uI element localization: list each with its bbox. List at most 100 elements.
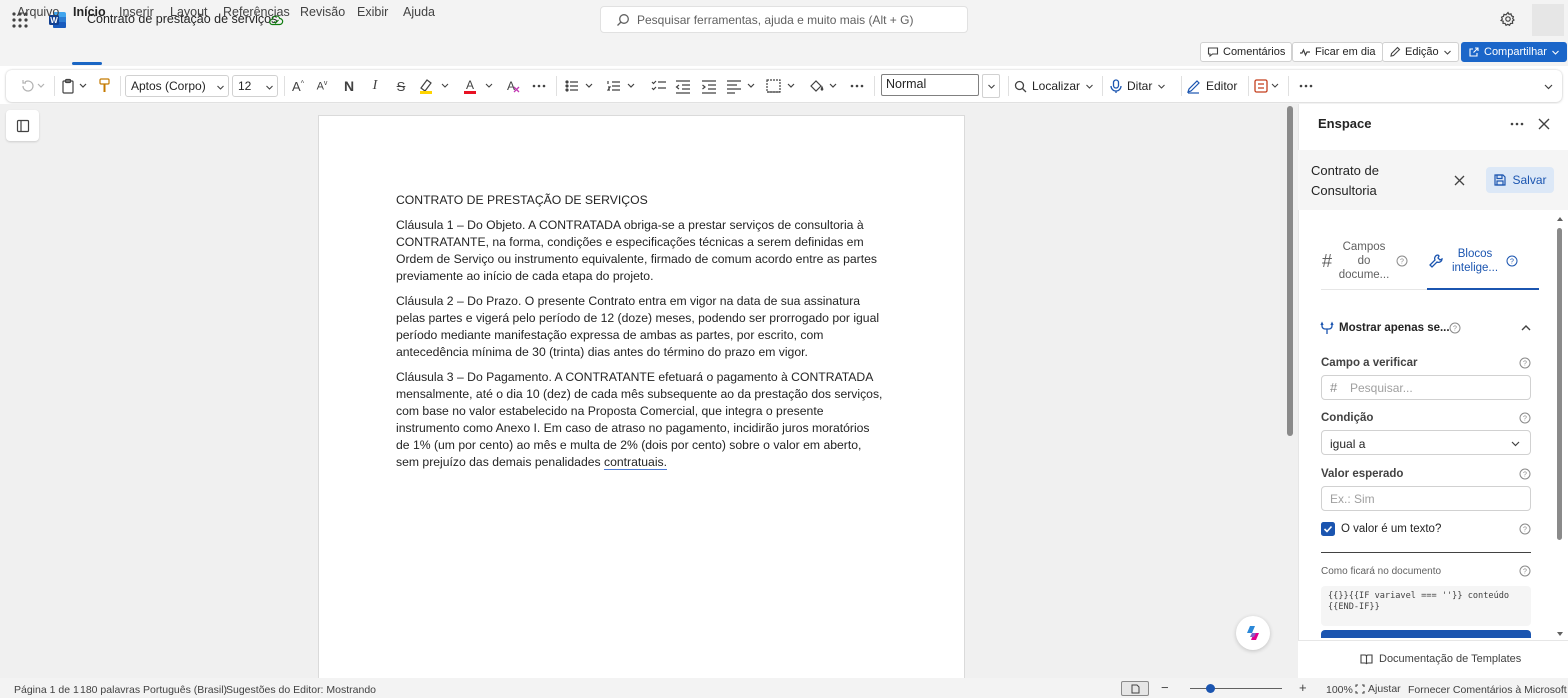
chevron-down-icon	[1544, 84, 1552, 89]
numbering-button[interactable]	[606, 76, 640, 96]
zoom-out-button[interactable]: −	[1161, 680, 1169, 695]
tab-inicio[interactable]: Início	[73, 5, 106, 19]
find-button[interactable]: Localizar	[1014, 76, 1094, 96]
print-layout-button[interactable]	[1121, 681, 1149, 696]
bullets-button[interactable]	[564, 76, 598, 96]
tab-smart-blocks[interactable]: Blocos intelige... ?	[1428, 233, 1532, 289]
condition-select[interactable]: igual a	[1321, 430, 1531, 455]
more-commands-button[interactable]	[1296, 76, 1316, 96]
section-title[interactable]: Mostrar apenas se...	[1339, 322, 1450, 334]
styles-box[interactable]: Normal	[881, 74, 979, 96]
clause-3[interactable]: Cláusula 3 – Do Pagamento. A CONTRATANTE…	[396, 369, 886, 471]
help-icon[interactable]: ?	[1519, 565, 1531, 577]
doc-heading[interactable]: CONTRATO DE PRESTAÇÃO DE SERVIÇOS	[396, 192, 886, 209]
document-scrollbar[interactable]	[1287, 106, 1293, 436]
more-paragraph-options-button[interactable]	[848, 76, 866, 96]
help-icon[interactable]: ?	[1519, 523, 1531, 535]
is-text-label[interactable]: O valor é um texto?	[1341, 523, 1441, 535]
italic-button[interactable]: I	[366, 76, 384, 96]
tab-revisao[interactable]: Revisão	[300, 5, 345, 19]
more-font-options-button[interactable]	[530, 76, 548, 96]
editor-suggestions-status[interactable]: Sugestões do Editor: Mostrando	[226, 684, 376, 696]
shading-button[interactable]	[808, 76, 842, 96]
shrink-font-button[interactable]: Av	[313, 76, 331, 96]
is-text-checkbox[interactable]	[1321, 522, 1335, 536]
zoom-in-button[interactable]: +	[1299, 680, 1307, 695]
pane-scrollbar[interactable]	[1557, 228, 1562, 540]
zoom-slider-thumb[interactable]	[1206, 684, 1215, 693]
document-body[interactable]: CONTRATO DE PRESTAÇÃO DE SERVIÇOS Cláusu…	[396, 192, 886, 479]
expected-value-box[interactable]	[1321, 486, 1531, 511]
zoom-slider-track[interactable]	[1190, 688, 1282, 689]
editor-button[interactable]: Editor	[1186, 76, 1244, 96]
clause-2[interactable]: Cláusula 2 – Do Prazo. O presente Contra…	[396, 293, 886, 361]
ribbon-expand-button[interactable]	[1540, 76, 1556, 96]
bold-button[interactable]: N	[340, 76, 358, 96]
field-search-input[interactable]	[1350, 380, 1520, 396]
scroll-up-icon[interactable]	[1556, 216, 1564, 222]
chevron-up-icon[interactable]	[1520, 323, 1532, 333]
close-template-icon[interactable]	[1451, 172, 1467, 188]
scroll-down-icon[interactable]	[1556, 631, 1564, 637]
tab-inserir[interactable]: Inserir	[119, 5, 154, 19]
save-button[interactable]: Salvar	[1486, 167, 1554, 193]
styles-dropdown-button[interactable]	[982, 74, 1000, 98]
page-count[interactable]: Página 1 de 1	[14, 684, 79, 696]
pane-more-icon[interactable]	[1508, 115, 1526, 133]
add-ins-button[interactable]	[1254, 76, 1282, 96]
dictate-button[interactable]: Ditar	[1110, 76, 1176, 96]
decrease-indent-button[interactable]	[674, 76, 692, 96]
help-icon[interactable]: ?	[1519, 468, 1531, 480]
share-button[interactable]: Compartilhar	[1461, 42, 1567, 62]
comment-icon	[1207, 47, 1219, 58]
pane-close-icon[interactable]	[1536, 116, 1552, 132]
expected-value-input[interactable]	[1330, 491, 1520, 507]
help-icon[interactable]: ?	[1519, 412, 1531, 424]
copilot-button[interactable]	[1236, 616, 1270, 650]
tab-arquivo[interactable]: Arquivo	[17, 5, 59, 19]
active-tab-indicator	[1427, 288, 1539, 290]
fit-button[interactable]: Ajustar	[1355, 683, 1401, 695]
field-search-box[interactable]: #	[1321, 375, 1531, 400]
highlight-button[interactable]	[418, 76, 452, 96]
grow-font-button[interactable]: A^	[289, 76, 307, 96]
borders-button[interactable]	[766, 76, 800, 96]
svg-text:?: ?	[1453, 326, 1457, 333]
comments-button[interactable]: Comentários	[1200, 42, 1293, 62]
editor-suggestion[interactable]: contratuais.	[604, 455, 668, 470]
clear-formatting-button[interactable]: A	[504, 76, 522, 96]
tab-layout[interactable]: Layout	[170, 5, 208, 19]
tab-referencias[interactable]: Referências	[223, 5, 290, 19]
help-icon[interactable]: ?	[1519, 357, 1531, 369]
tab-ajuda[interactable]: Ajuda	[403, 5, 435, 19]
checklist-button[interactable]	[650, 76, 668, 96]
word-count[interactable]: 180 palavras	[80, 684, 140, 696]
tab-document-fields[interactable]: # Campos do docume... ?	[1322, 233, 1418, 289]
clause-1[interactable]: Cláusula 1 – Do Objeto. A CONTRATADA obr…	[396, 217, 886, 285]
format-painter-button[interactable]	[96, 76, 114, 96]
catch-up-button[interactable]: Ficar em dia	[1292, 42, 1383, 62]
insert-block-button[interactable]	[1321, 630, 1531, 638]
zoom-level[interactable]: 100%	[1326, 684, 1353, 696]
font-color-button[interactable]: A	[462, 76, 496, 96]
undo-button[interactable]	[18, 76, 48, 96]
tab-exibir[interactable]: Exibir	[357, 5, 388, 19]
increase-indent-button[interactable]	[700, 76, 718, 96]
shrink-font-icon: Av	[316, 79, 328, 93]
paste-button[interactable]	[60, 76, 90, 96]
settings-gear-icon[interactable]	[1500, 11, 1518, 29]
search-input[interactable]	[637, 11, 957, 29]
templates-docs-link[interactable]: Documentação de Templates	[1360, 653, 1521, 665]
user-avatar[interactable]	[1532, 4, 1564, 36]
language-status[interactable]: Português (Brasil)	[143, 684, 227, 696]
search-box[interactable]	[600, 6, 968, 33]
editing-mode-button[interactable]: Edição	[1382, 42, 1459, 62]
navigation-pane-button[interactable]	[6, 110, 39, 141]
help-icon[interactable]: ?	[1449, 322, 1461, 334]
strikethrough-button[interactable]: S	[392, 76, 410, 96]
feedback-link[interactable]: Fornecer Comentários à Microsoft	[1408, 684, 1567, 696]
align-button[interactable]	[726, 76, 760, 96]
font-name-combo[interactable]: Aptos (Corpo)	[125, 75, 229, 97]
svg-text:?: ?	[1523, 416, 1527, 423]
font-size-combo[interactable]: 12	[232, 75, 278, 97]
